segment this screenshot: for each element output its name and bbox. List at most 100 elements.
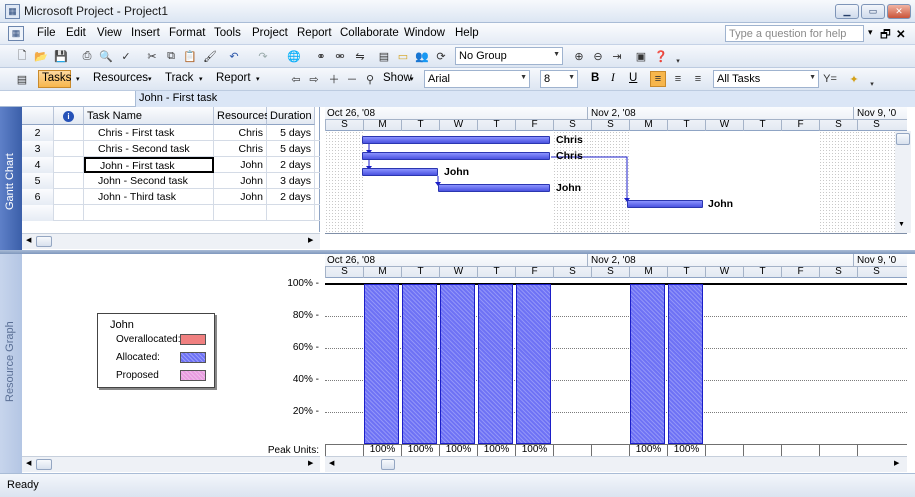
gantt-chart-wizard-icon[interactable]: ✦ bbox=[846, 71, 862, 87]
gantt-vertical-scrollbar[interactable]: ▼ bbox=[895, 131, 911, 233]
indicator-cell[interactable] bbox=[54, 189, 84, 205]
filter-dropdown[interactable]: All Tasks ▼ bbox=[713, 70, 819, 88]
new-icon[interactable]: 🗋 bbox=[14, 48, 30, 64]
resource-view-bar[interactable]: Resource Graph bbox=[0, 254, 22, 473]
copy-picture-icon[interactable]: ▣ bbox=[633, 48, 649, 64]
resource-cell[interactable]: John bbox=[214, 189, 267, 205]
menu-collaborate[interactable]: Collaborate bbox=[340, 27, 399, 39]
redo-icon[interactable]: ↷ bbox=[255, 48, 271, 64]
entry-field[interactable]: John - First task bbox=[135, 91, 915, 107]
duration-cell[interactable]: 2 days bbox=[267, 157, 315, 173]
menu-tools[interactable]: Tools bbox=[214, 27, 241, 39]
bold-button[interactable]: B bbox=[591, 72, 599, 84]
menu-file[interactable]: File bbox=[37, 27, 56, 39]
split-task-icon[interactable]: ⇋ bbox=[352, 48, 368, 64]
font-dropdown[interactable]: Arial ▼ bbox=[424, 70, 530, 88]
menu-insert[interactable]: Insert bbox=[131, 27, 160, 39]
gantt-bar[interactable] bbox=[627, 200, 703, 208]
row-id-cell[interactable]: 4 bbox=[22, 157, 54, 173]
zoom-in-icon[interactable]: ⊕ bbox=[571, 48, 587, 64]
table-row[interactable]: 5 John - Second task John 3 days bbox=[22, 173, 320, 189]
help-icon[interactable]: ❓ bbox=[653, 48, 669, 64]
outdent-icon[interactable]: ⇨ bbox=[306, 71, 322, 87]
row-id-cell[interactable]: 5 bbox=[22, 173, 54, 189]
print-preview-icon[interactable]: 🔍 bbox=[98, 48, 114, 64]
scroll-left-icon[interactable]: ◀ bbox=[329, 460, 334, 467]
scrollbar-thumb[interactable] bbox=[381, 459, 395, 470]
publish-icon[interactable]: ⟳ bbox=[433, 48, 449, 64]
gantt-bar[interactable] bbox=[438, 184, 550, 192]
row-id-cell[interactable]: 6 bbox=[22, 189, 54, 205]
task-notes-icon[interactable]: ▭ bbox=[395, 48, 411, 64]
indent-icon[interactable]: ⇦ bbox=[288, 71, 304, 87]
row-id-cell[interactable]: 3 bbox=[22, 141, 54, 157]
maximize-button[interactable]: ▭ bbox=[861, 4, 885, 19]
align-right-icon[interactable]: ≡ bbox=[690, 71, 706, 87]
scroll-right-icon[interactable]: ▶ bbox=[308, 237, 313, 244]
italic-button[interactable]: I bbox=[611, 72, 615, 84]
show-outline-icon[interactable]: ⚲ bbox=[362, 71, 378, 87]
menu-project[interactable]: Project bbox=[252, 27, 288, 39]
menu-window[interactable]: Window bbox=[404, 27, 445, 39]
link-tasks-icon[interactable]: ⚭ bbox=[313, 48, 329, 64]
document-icon[interactable]: ▦ bbox=[8, 26, 24, 41]
table-horizontal-scrollbar[interactable]: ◀ ▶ bbox=[22, 233, 320, 249]
task-name-cell[interactable]: John - Third task bbox=[84, 189, 214, 205]
scrollbar-thumb[interactable] bbox=[896, 133, 910, 145]
gantt-bar[interactable] bbox=[362, 168, 438, 176]
unlink-tasks-icon[interactable]: ⚮ bbox=[332, 48, 348, 64]
allocation-bar[interactable] bbox=[668, 284, 703, 444]
allocation-bar[interactable] bbox=[630, 284, 665, 444]
legend-horizontal-scrollbar[interactable]: ◀ ▶ bbox=[22, 456, 320, 472]
table-row[interactable]: 6 John - Third task John 2 days bbox=[22, 189, 320, 205]
show-button[interactable]: Show bbox=[383, 72, 412, 84]
open-icon[interactable]: 📂 bbox=[33, 48, 49, 64]
table-row[interactable]: 3 Chris - Second task Chris 5 days bbox=[22, 141, 320, 157]
help-search-input[interactable]: Type a question for help bbox=[725, 25, 864, 42]
resource-cell[interactable]: John bbox=[214, 173, 267, 189]
scroll-left-icon[interactable]: ◀ bbox=[26, 460, 31, 467]
align-center-icon[interactable]: ≡ bbox=[670, 71, 686, 87]
indicator-cell[interactable] bbox=[54, 125, 84, 141]
zoom-out-icon[interactable]: ⊖ bbox=[590, 48, 606, 64]
indicator-cell[interactable] bbox=[54, 157, 84, 173]
save-icon[interactable]: 💾 bbox=[53, 48, 69, 64]
resources-header[interactable]: Resources bbox=[214, 107, 270, 125]
duration-cell[interactable]: 3 days bbox=[267, 173, 315, 189]
allocation-bar[interactable] bbox=[516, 284, 551, 444]
project-guide-icon[interactable]: ▤ bbox=[14, 71, 30, 87]
report-button[interactable]: Report bbox=[216, 72, 251, 84]
track-button[interactable]: Track bbox=[165, 72, 193, 84]
gantt-horizontal-scrollbar[interactable] bbox=[325, 233, 907, 249]
spelling-icon[interactable]: ✓ bbox=[118, 48, 134, 64]
scroll-down-icon[interactable]: ▼ bbox=[898, 221, 905, 228]
table-row[interactable]: 4 John - First task John 2 days bbox=[22, 157, 320, 173]
allocation-bar[interactable] bbox=[440, 284, 475, 444]
chevron-down-icon[interactable]: ▾ bbox=[410, 75, 414, 83]
autofilter-icon[interactable]: Y= bbox=[822, 71, 838, 87]
allocation-bar[interactable] bbox=[478, 284, 513, 444]
scroll-right-icon[interactable]: ▶ bbox=[308, 460, 313, 467]
duration-cell[interactable]: 2 days bbox=[267, 189, 315, 205]
paste-icon[interactable]: 📋 bbox=[182, 48, 198, 64]
table-row[interactable]: 2 Chris - First task Chris 5 days bbox=[22, 125, 320, 141]
toolbar-options-icon[interactable]: ▾ bbox=[864, 76, 880, 92]
resource-cell[interactable]: Chris bbox=[214, 125, 267, 141]
indicators-header[interactable]: i bbox=[54, 107, 84, 125]
scroll-left-icon[interactable]: ◀ bbox=[26, 237, 31, 244]
gantt-view-bar[interactable]: Gantt Chart bbox=[0, 107, 22, 250]
copy-icon[interactable]: ⧉ bbox=[163, 48, 179, 64]
gantt-bar[interactable] bbox=[362, 136, 550, 144]
row-id-cell[interactable]: 2 bbox=[22, 125, 54, 141]
undo-icon[interactable]: ↶ bbox=[226, 48, 242, 64]
menu-edit[interactable]: Edit bbox=[66, 27, 86, 39]
format-painter-icon[interactable]: 🖌 bbox=[202, 48, 218, 64]
group-dropdown[interactable]: No Group ▼ bbox=[455, 47, 563, 65]
resources-button[interactable]: Resources bbox=[93, 72, 148, 84]
task-name-header[interactable]: Task Name bbox=[84, 107, 214, 125]
hide-subtasks-icon[interactable]: － bbox=[344, 71, 360, 87]
menu-report[interactable]: Report bbox=[297, 27, 332, 39]
scrollbar-thumb[interactable] bbox=[36, 459, 52, 470]
doc-menu-arrow-icon[interactable]: ▾ bbox=[868, 27, 873, 38]
font-size-dropdown[interactable]: 8 ▼ bbox=[540, 70, 578, 88]
